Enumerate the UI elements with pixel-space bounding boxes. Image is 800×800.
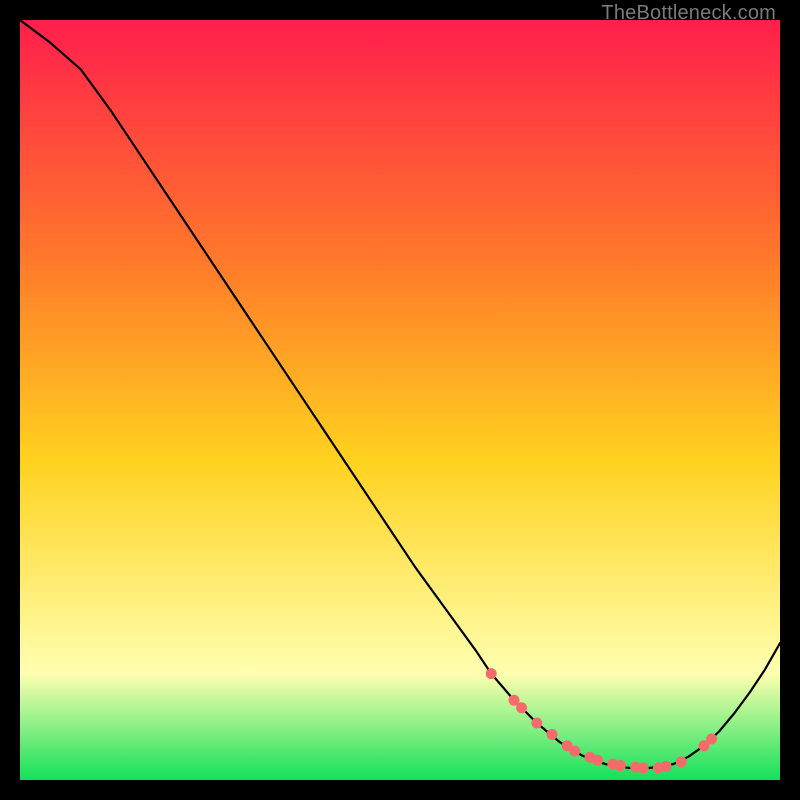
data-dot	[661, 761, 672, 772]
bottleneck-chart	[20, 20, 780, 780]
data-dot	[638, 762, 649, 773]
data-dot	[706, 733, 717, 744]
data-dot	[615, 760, 626, 771]
data-dot	[547, 729, 558, 740]
data-dot	[569, 746, 580, 757]
data-dot	[592, 755, 603, 766]
data-dot	[516, 702, 527, 713]
data-dot	[676, 756, 687, 767]
data-dot	[486, 668, 497, 679]
data-dot	[531, 718, 542, 729]
gradient-background	[20, 20, 780, 780]
chart-frame	[20, 20, 780, 780]
